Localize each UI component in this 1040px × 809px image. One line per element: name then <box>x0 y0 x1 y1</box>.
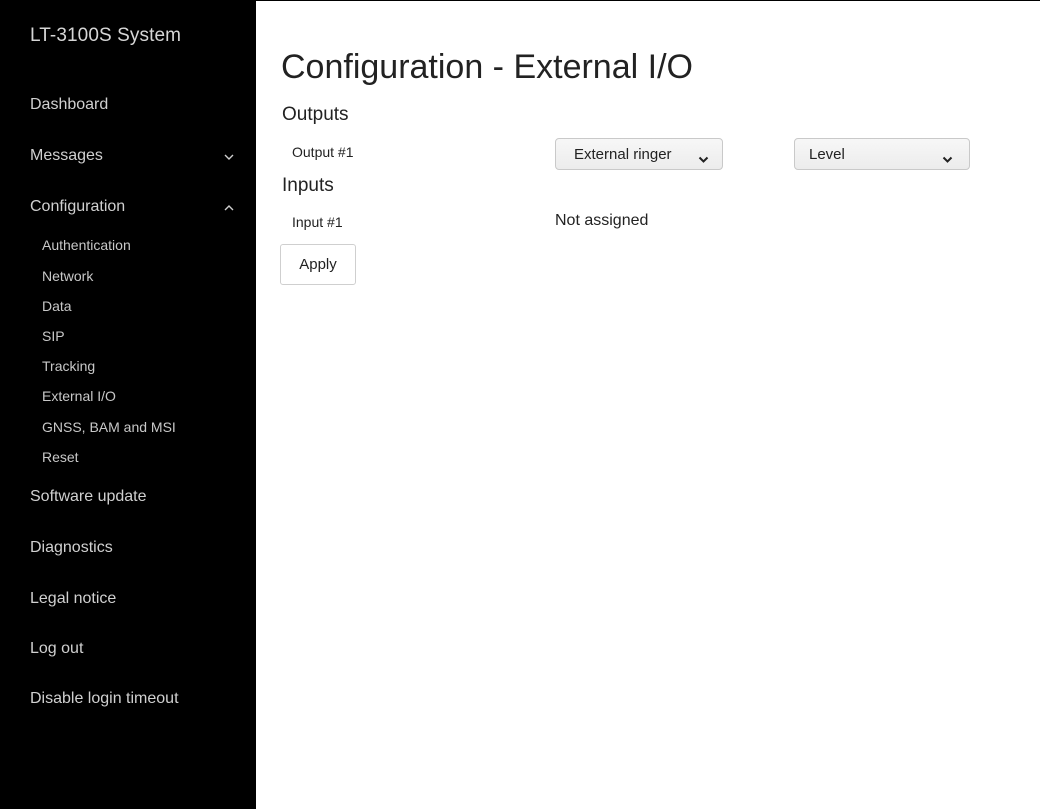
output-1-function-value: External ringer <box>574 146 672 163</box>
sidebar-item-disable-login-timeout[interactable]: Disable login timeout <box>30 690 242 708</box>
chevron-down-icon <box>698 151 709 163</box>
input-1-value: Not assigned <box>555 212 649 229</box>
sidebar-item-software-update[interactable]: Software update <box>30 488 242 506</box>
input-1-label: Input #1 <box>292 214 343 230</box>
output-1-mode-value: Level <box>809 146 845 163</box>
chevron-down-icon <box>942 151 953 163</box>
sidebar-item-label: Configuration <box>30 198 126 215</box>
sidebar-item-dashboard[interactable]: Dashboard <box>30 96 242 114</box>
sidebar-item-diagnostics[interactable]: Diagnostics <box>30 539 242 557</box>
output-1-label: Output #1 <box>292 144 354 160</box>
inputs-heading: Inputs <box>282 175 334 196</box>
brand-title: LT-3100S System <box>30 25 182 46</box>
output-1-mode-select[interactable]: Level <box>794 138 970 170</box>
page-title: Configuration - External I/O <box>281 48 693 86</box>
chevron-down-icon <box>222 147 236 165</box>
chevron-up-icon <box>222 198 236 216</box>
apply-button[interactable]: Apply <box>280 244 356 285</box>
app-window: LT-3100S System Dashboard Messages Confi… <box>0 0 1040 809</box>
sidebar-subitem-gnss-bam-msi[interactable]: GNSS, BAM and MSI <box>42 419 176 435</box>
sidebar-item-configuration[interactable]: Configuration <box>30 198 242 216</box>
sidebar-subitem-authentication[interactable]: Authentication <box>42 237 131 253</box>
sidebar-item-legal-notice[interactable]: Legal notice <box>30 590 242 608</box>
sidebar-item-label: Messages <box>30 147 103 164</box>
main-content: Configuration - External I/O Outputs Out… <box>256 1 1040 809</box>
sidebar-subitem-data[interactable]: Data <box>42 298 72 314</box>
sidebar-item-log-out[interactable]: Log out <box>30 640 242 658</box>
sidebar-subitem-reset[interactable]: Reset <box>42 449 79 465</box>
sidebar-subitem-sip[interactable]: SIP <box>42 328 65 344</box>
sidebar-subitem-tracking[interactable]: Tracking <box>42 358 95 374</box>
outputs-heading: Outputs <box>282 104 349 125</box>
sidebar-subitem-network[interactable]: Network <box>42 268 93 284</box>
sidebar: LT-3100S System Dashboard Messages Confi… <box>0 1 256 809</box>
sidebar-item-messages[interactable]: Messages <box>30 147 242 165</box>
output-1-function-select[interactable]: External ringer <box>555 138 723 170</box>
sidebar-subitem-external-io[interactable]: External I/O <box>42 388 116 404</box>
